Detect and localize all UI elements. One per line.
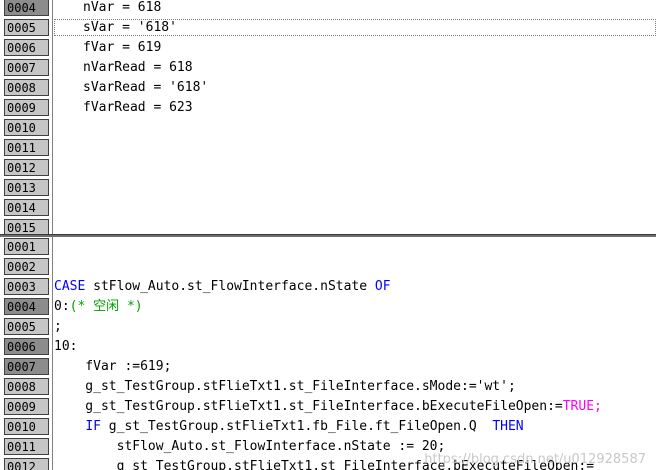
watch-row[interactable]: 0007 nVarRead = 618 xyxy=(0,58,656,78)
code-text: IF g_st_TestGroup.stFlieTxt1.fb_File.ft_… xyxy=(54,417,524,437)
watch-row[interactable]: 0008 sVarRead = '618' xyxy=(0,78,656,98)
line-number: 0012 xyxy=(4,458,49,470)
line-number: 0004 xyxy=(4,298,49,315)
line-number: 0011 xyxy=(4,139,49,156)
watch-row[interactable]: 0012 xyxy=(0,158,656,178)
code-text: g_st_TestGroup.stFlieTxt1.st_FileInterfa… xyxy=(54,397,602,417)
watch-value: fVarRead = 623 xyxy=(83,100,193,115)
watch-row[interactable]: 0015 xyxy=(0,218,656,234)
code-text: CASE stFlow_Auto.st_FlowInterface.nState… xyxy=(54,277,391,297)
code-text: 10: xyxy=(54,339,78,354)
line-number: 0014 xyxy=(4,199,49,216)
code-expression: stFlow_Auto.st_FlowInterface.nState xyxy=(85,279,375,294)
watch-row-current[interactable]: 0005 sVar = '618' xyxy=(0,18,656,38)
code-text: stFlow_Auto.st_FlowInterface.nState := 2… xyxy=(54,439,446,454)
watch-value: fVar = 619 xyxy=(83,40,162,55)
code-text: ; xyxy=(54,319,62,334)
keyword-case: CASE xyxy=(54,279,86,294)
constant-true: TRUE; xyxy=(562,399,602,414)
line-number: 0009 xyxy=(4,398,49,415)
code-line[interactable]: 0003 CASE stFlow_Auto.st_FlowInterface.n… xyxy=(0,277,656,297)
line-number: 0003 xyxy=(4,278,49,295)
code-line[interactable]: 0005 ; xyxy=(0,317,656,337)
watermark: https://blog.csdn.net/u012928587 xyxy=(424,452,646,467)
code-statement: g_st_TestGroup.stFlieTxt1.st_FileInterfa… xyxy=(54,399,563,414)
code-line[interactable]: 0009 g_st_TestGroup.stFlieTxt1.st_FileIn… xyxy=(0,397,656,417)
line-number: 0005 xyxy=(4,19,49,36)
watch-row[interactable]: 0004 nVar = 618 xyxy=(0,0,656,18)
line-number: 0012 xyxy=(4,159,49,176)
line-number: 0001 xyxy=(4,238,49,255)
line-number: 0007 xyxy=(4,59,49,76)
code-line[interactable]: 0007 fVar :=619; xyxy=(0,357,656,377)
line-number: 0002 xyxy=(4,258,49,275)
watch-value: sVar = '618' xyxy=(83,20,177,35)
line-number: 0006 xyxy=(4,338,49,355)
keyword-then: THEN xyxy=(492,419,524,434)
code-expression: g_st_TestGroup.stFlieTxt1.fb_File.ft_Fil… xyxy=(100,419,493,434)
code-line[interactable]: 0002 xyxy=(0,257,656,277)
watch-row[interactable]: 0011 xyxy=(0,138,656,158)
keyword-if: IF xyxy=(85,419,101,434)
code-text: g_st_TestGroup.stFlieTxt1.st_FileInterfa… xyxy=(54,379,516,394)
watch-row[interactable]: 0014 xyxy=(0,198,656,218)
line-number: 0011 xyxy=(4,438,49,455)
line-number: 0010 xyxy=(4,418,49,435)
watch-row[interactable]: 0013 xyxy=(0,178,656,198)
code-line[interactable]: 0010 IF g_st_TestGroup.stFlieTxt1.fb_Fil… xyxy=(0,417,656,437)
line-number: 0013 xyxy=(4,179,49,196)
line-number: 0006 xyxy=(4,39,49,56)
watch-row[interactable]: 0006 fVar = 619 xyxy=(0,38,656,58)
watch-value: nVar = 618 xyxy=(83,0,162,15)
code-text: 0:(* 空闲 *) xyxy=(54,297,143,317)
line-number: 0008 xyxy=(4,378,49,395)
line-number: 0007 xyxy=(4,358,49,375)
watch-value: sVarRead = '618' xyxy=(83,80,209,95)
line-number: 0005 xyxy=(4,318,49,335)
line-number: 0008 xyxy=(4,79,49,96)
line-number: 0015 xyxy=(4,219,49,234)
line-number: 0004 xyxy=(4,0,49,16)
watch-row[interactable]: 0010 xyxy=(0,118,656,138)
code-text: fVar :=619; xyxy=(54,359,172,374)
watch-row[interactable]: 0009 fVarRead = 623 xyxy=(0,98,656,118)
case-label: 0: xyxy=(54,299,70,314)
code-line[interactable]: 0001 xyxy=(0,237,656,257)
code-line[interactable]: 0008 g_st_TestGroup.stFlieTxt1.st_FileIn… xyxy=(0,377,656,397)
watch-value: nVarRead = 618 xyxy=(83,60,193,75)
keyword-of: OF xyxy=(374,279,391,294)
line-number: 0009 xyxy=(4,99,49,116)
code-line[interactable]: 0004 0:(* 空闲 *) xyxy=(0,297,656,317)
code-line[interactable]: 0006 10: xyxy=(0,337,656,357)
code-comment: (* 空闲 *) xyxy=(69,299,143,314)
line-number: 0010 xyxy=(4,119,49,136)
watch-pane[interactable]: 0004 nVar = 618 0005 sVar = '618' 0006 f… xyxy=(0,0,656,234)
code-editor-pane[interactable]: 0001 0002 0003 CASE stFlow_Auto.st_FlowI… xyxy=(0,237,656,470)
